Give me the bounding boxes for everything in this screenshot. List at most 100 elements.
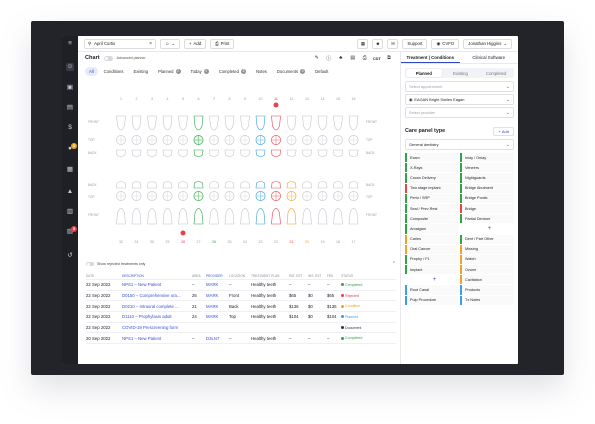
cell-desc[interactable]: COVID-19 Prescreening form: [122, 325, 192, 330]
care-item[interactable]: Inlay / Onlay: [460, 153, 514, 163]
tooth-top-view[interactable]: [116, 191, 126, 201]
search-input[interactable]: April Curtis: [94, 41, 115, 46]
tooth-top-view[interactable]: [348, 191, 359, 201]
tab-planned[interactable]: Planned: [406, 69, 442, 77]
tooth-back-view[interactable]: [348, 181, 359, 189]
tooth-top-view[interactable]: [271, 135, 281, 145]
tooth-front-view[interactable]: [302, 208, 312, 225]
tooth-top-view[interactable]: [147, 191, 157, 201]
tooth-front-view[interactable]: [348, 208, 359, 225]
office-select[interactable]: ◉ EAGAN Bright Smiles Eagan ⌄: [405, 94, 514, 105]
tooth-top-view[interactable]: [255, 135, 266, 145]
add-care-item-button[interactable]: +: [460, 224, 514, 234]
care-panel-add-button[interactable]: + Add: [493, 126, 514, 136]
print-button[interactable]: ⎙ Print: [210, 38, 235, 49]
care-item[interactable]: Amalgam: [405, 224, 459, 234]
tooth-front-view[interactable]: [193, 208, 204, 225]
care-item[interactable]: X-Rays: [405, 163, 459, 173]
cell-provider[interactable]: D3LN7: [206, 336, 229, 341]
tooth-back-view[interactable]: [116, 149, 126, 157]
care-item[interactable]: Bridge Pontic: [460, 193, 514, 203]
column-header[interactable]: Area: [192, 274, 206, 278]
care-item[interactable]: Caries: [405, 234, 459, 244]
tooth-top-view[interactable]: [131, 135, 142, 145]
tooth-back-view[interactable]: [302, 149, 312, 157]
clipboard-icon[interactable]: ▤: [66, 104, 74, 112]
tooth-top-view[interactable]: [178, 191, 188, 201]
cell-desc[interactable]: NPS1 – New Patient: [122, 336, 192, 341]
document-icon[interactable]: ▥: [66, 208, 74, 216]
care-item[interactable]: Ozone: [460, 265, 514, 275]
chart-tab-planned[interactable]: Planned 2: [154, 67, 184, 76]
chart-tab-existing[interactable]: Existing: [129, 67, 152, 76]
tooth-back-view[interactable]: [286, 181, 297, 189]
tab-clinical-software[interactable]: Clinical Software: [460, 52, 519, 63]
care-item[interactable]: Watch: [460, 254, 514, 265]
tooth-front-view[interactable]: [224, 115, 235, 131]
chart-tab-conditions[interactable]: Conditions: [100, 67, 128, 76]
cell-provider[interactable]: MARK: [206, 293, 229, 298]
column-header[interactable]: Status: [341, 274, 376, 278]
tooth-front-view[interactable]: [178, 115, 188, 131]
care-panel-type-select[interactable]: General dentistry ⌄: [405, 139, 514, 150]
tooth-front-view[interactable]: [131, 115, 142, 131]
tooth-top-view[interactable]: [224, 135, 235, 145]
treatment-marker[interactable]: [180, 230, 186, 236]
tooth-front-view[interactable]: [286, 208, 297, 225]
add-care-item-button[interactable]: +: [405, 275, 459, 285]
tooth-back-view[interactable]: [255, 149, 266, 157]
tooth-back-view[interactable]: [224, 181, 235, 189]
tooth-top-view[interactable]: [162, 191, 173, 201]
care-item[interactable]: Bridge: [460, 203, 514, 214]
care-item[interactable]: Prophy / F1: [405, 254, 459, 265]
cell-desc[interactable]: NPS1 – New Patient: [122, 282, 192, 287]
tooth-top-view[interactable]: [131, 191, 142, 201]
info-icon[interactable]: ⓘ: [325, 55, 333, 62]
column-header[interactable]: Date: [86, 274, 122, 278]
tooth-back-view[interactable]: [116, 181, 126, 189]
messages-button[interactable]: ✉: [387, 38, 399, 49]
print-icon[interactable]: ⎙: [361, 55, 369, 61]
chart-tab-completed[interactable]: Completed 5: [215, 67, 250, 76]
tooth-front-view[interactable]: [147, 208, 157, 225]
tooth-front-view[interactable]: [147, 115, 157, 131]
chart-tab-documents[interactable]: Documents 0: [273, 67, 309, 76]
tab-existing[interactable]: Existing: [443, 68, 479, 78]
table-row[interactable]: 20 Sep 2022 NPS1 – New Patient – D3LN7– Heal…: [86, 333, 396, 345]
tooth-front-view[interactable]: [255, 208, 266, 225]
chart-tab-default[interactable]: Default: [311, 67, 332, 76]
tooth-top-view[interactable]: [271, 191, 281, 201]
add-button[interactable]: + Add: [184, 38, 207, 49]
tooth-back-view[interactable]: [209, 181, 219, 189]
tooth-back-view[interactable]: [193, 181, 204, 189]
tooth-top-view[interactable]: [302, 191, 312, 201]
chevron-up-icon[interactable]: ⌃: [392, 261, 396, 267]
tooth-back-view[interactable]: [317, 181, 328, 189]
care-item[interactable]: Crown Delivery: [405, 173, 459, 183]
appointment-select[interactable]: Select appointment ⌄: [405, 81, 514, 92]
table-row[interactable]: 22 Sep 2022 COVID-19 Prescreening form Doc…: [86, 323, 396, 334]
care-item[interactable]: Nightguards: [460, 173, 514, 183]
tooth-front-view[interactable]: [209, 115, 219, 131]
tooth-top-view[interactable]: [209, 135, 219, 145]
tooth-back-view[interactable]: [271, 181, 281, 189]
tooth-top-view[interactable]: [240, 135, 250, 145]
tooth-front-view[interactable]: [333, 208, 343, 225]
care-item[interactable]: Composite: [405, 214, 459, 224]
care-item[interactable]: Partial Denture: [460, 214, 514, 224]
column-header[interactable]: Pat. est: [289, 274, 308, 278]
tooth-top-view[interactable]: [240, 191, 250, 201]
column-header[interactable]: Location: [229, 274, 251, 278]
tooth-back-view[interactable]: [178, 181, 188, 189]
tooth-front-view[interactable]: [116, 208, 126, 225]
history-icon[interactable]: ↺: [66, 252, 74, 260]
chart-tab-notes[interactable]: Notes: [252, 67, 271, 76]
tooth-top-view[interactable]: [317, 191, 328, 201]
tooth-front-view[interactable]: [348, 115, 359, 131]
treatment-marker[interactable]: [273, 102, 279, 108]
tooth-back-view[interactable]: [333, 149, 343, 157]
column-header[interactable]: Treatment plan: [251, 274, 289, 278]
care-item[interactable]: Pulp Procedure: [405, 295, 459, 305]
warning-icon[interactable]: ▲: [66, 188, 74, 196]
tooth-back-view[interactable]: [286, 149, 297, 157]
